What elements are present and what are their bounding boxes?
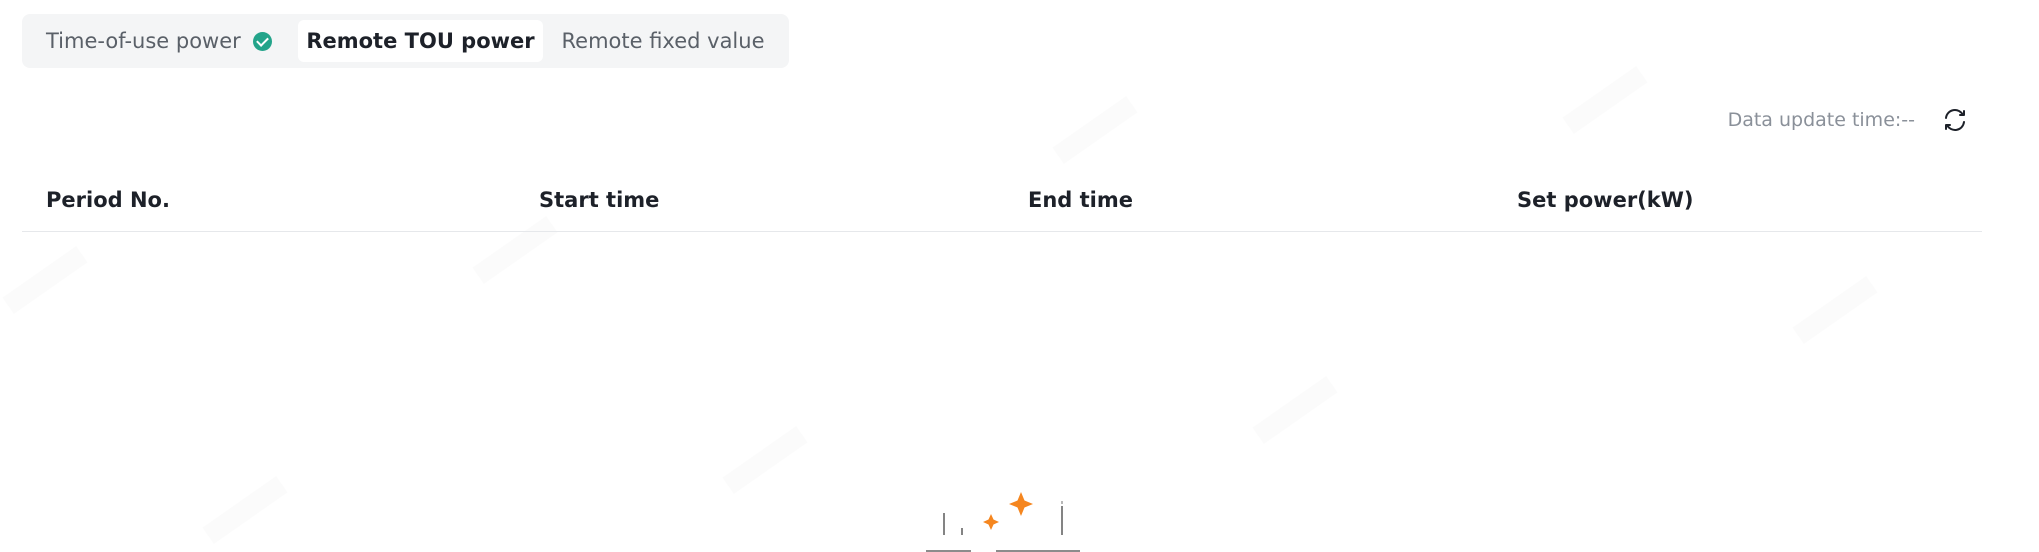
watermark [1052,96,1137,164]
tab-time-of-use-power[interactable]: Time-of-use power [28,20,298,62]
data-update-row: Data update time:-- [1728,106,1969,134]
refresh-icon[interactable] [1941,106,1969,134]
column-header-start-time: Start time [539,188,660,212]
watermark [722,426,807,494]
tab-label: Remote TOU power [306,29,535,53]
empty-state-illustration [926,492,1080,552]
column-header-period-no: Period No. [46,188,170,212]
watermark [1792,276,1877,344]
check-circle-icon [252,31,272,51]
watermark [2,246,87,314]
column-header-set-power: Set power(kW) [1517,188,1694,212]
table-header: Period No. Start time End time Set power… [22,178,1982,232]
data-update-time: Data update time:-- [1727,109,1915,131]
watermark [1562,66,1647,134]
tab-remote-fixed-value[interactable]: Remote fixed value [543,20,783,62]
page: Time-of-use power Remote TOU power Remot… [0,0,2039,552]
power-mode-tabs: Time-of-use power Remote TOU power Remot… [22,14,789,68]
column-header-end-time: End time [1028,188,1133,212]
watermark [1252,376,1337,444]
watermark [202,476,287,544]
tab-remote-tou-power[interactable]: Remote TOU power [298,20,543,62]
tab-label: Time-of-use power [46,29,241,53]
tab-label: Remote fixed value [561,29,765,53]
